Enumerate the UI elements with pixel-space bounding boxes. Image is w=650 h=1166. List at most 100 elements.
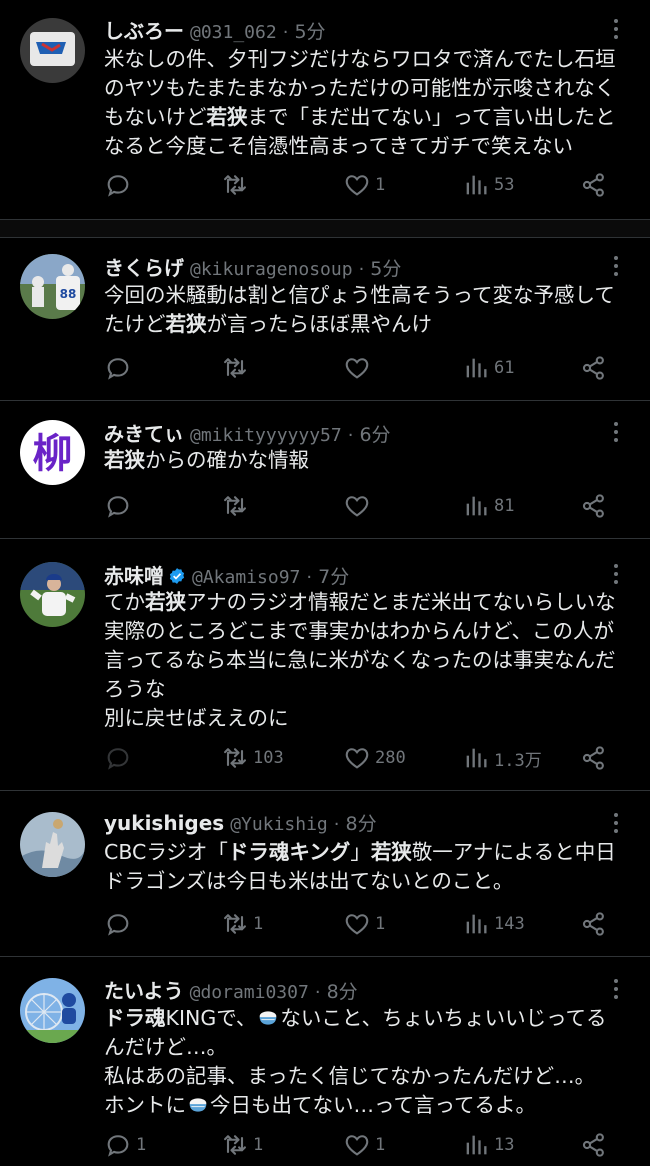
tweet-text-line: ろうな: [104, 677, 166, 701]
more-icon[interactable]: [604, 811, 628, 835]
reply-button[interactable]: [104, 909, 136, 939]
share-button[interactable]: [580, 353, 608, 383]
tweet-text-line: 実際のところどこまで事実かはわからんけど、この人が: [104, 619, 615, 643]
share-button[interactable]: [580, 1130, 608, 1160]
retweet-icon: [221, 492, 249, 520]
share-button[interactable]: [580, 909, 608, 939]
timestamp[interactable]: 5分: [370, 254, 401, 281]
tweet-header: みきてぃ @mikityyyyyy57 · 6分: [104, 418, 391, 447]
avatar[interactable]: 88: [20, 254, 85, 319]
like-button[interactable]: 1: [343, 170, 385, 200]
separator-dot: ·: [314, 982, 321, 1003]
author-handle[interactable]: @dorami0307: [190, 982, 309, 1003]
thread-gap: [0, 220, 650, 238]
avatar[interactable]: [20, 812, 85, 877]
views-button[interactable]: 13: [462, 1130, 514, 1160]
tweet-header: 赤味噌 @Akamiso97 · 7分: [104, 560, 349, 589]
author-handle[interactable]: @Yukishig: [230, 814, 328, 835]
author-handle[interactable]: @Akamiso97: [192, 567, 300, 588]
more-icon[interactable]: [604, 254, 628, 278]
share-button[interactable]: [580, 491, 608, 521]
author-name[interactable]: たいよう: [104, 975, 184, 1004]
views-count: 143: [494, 914, 525, 934]
reply-button[interactable]: 1: [104, 1130, 146, 1160]
views-button[interactable]: 53: [462, 170, 514, 200]
author-handle[interactable]: @mikityyyyyy57: [190, 425, 342, 446]
more-icon[interactable]: [604, 562, 628, 586]
separator-dot: ·: [347, 425, 354, 446]
reply-icon: [104, 744, 132, 772]
share-button[interactable]: [580, 743, 608, 773]
views-count: 1.3万: [494, 750, 542, 771]
retweet-button[interactable]: [221, 491, 253, 521]
retweet-button[interactable]: [221, 170, 253, 200]
tweet-text-line: もないけど若狭まで「まだ出てない」って言い出したと: [104, 105, 616, 129]
like-button[interactable]: 280: [343, 743, 406, 773]
timestamp[interactable]: 8分: [346, 809, 377, 836]
timestamp[interactable]: 6分: [359, 420, 390, 447]
retweet-button[interactable]: 103: [221, 743, 284, 773]
author-name[interactable]: yukishiges: [104, 811, 224, 835]
timestamp[interactable]: 7分: [318, 562, 349, 589]
views-button[interactable]: 61: [462, 353, 514, 383]
retweet-icon: [221, 171, 249, 199]
like-icon: [343, 1131, 371, 1159]
avatar[interactable]: [20, 978, 85, 1043]
like-button[interactable]: 1: [343, 1130, 385, 1160]
reply-button[interactable]: [104, 353, 136, 383]
reply-icon: [104, 910, 132, 938]
reply-button[interactable]: [104, 170, 136, 200]
tweet-text-line: 別に戻せばええのに: [104, 706, 289, 730]
svg-text:柳: 柳: [33, 430, 73, 477]
tweet-text: 米なしの件、夕刊フジだけならワロタで済んでたし石垣 のヤツもたまたまなかっただけの…: [104, 45, 634, 161]
tweet-actions: 1 1 1 13: [0, 1130, 650, 1160]
timestamp[interactable]: 5分: [294, 17, 325, 44]
author-name[interactable]: きくらげ: [104, 252, 184, 281]
more-icon[interactable]: [604, 17, 628, 41]
share-button[interactable]: [580, 170, 608, 200]
tweet-text-line: なると今度こそ信憑性高まってきてガチで笑えない: [104, 134, 574, 158]
views-button[interactable]: 81: [462, 491, 514, 521]
separator-dot: ·: [282, 22, 289, 43]
author-name[interactable]: みきてぃ: [104, 418, 184, 447]
views-icon: [462, 492, 490, 520]
separator-dot: ·: [333, 814, 340, 835]
views-icon: [462, 744, 490, 772]
author-handle[interactable]: @031_062: [190, 22, 277, 43]
tweet-actions: 103 280 1.3万: [0, 743, 650, 773]
like-button[interactable]: 1: [343, 909, 385, 939]
reply-icon: [104, 354, 132, 382]
avatar[interactable]: [20, 18, 85, 83]
views-button[interactable]: 1.3万: [462, 743, 542, 773]
tweet-actions: 61: [0, 353, 650, 383]
tweet-text-line: んだけど…。: [104, 1035, 227, 1059]
views-button[interactable]: 143: [462, 909, 525, 939]
share-icon: [580, 171, 608, 199]
avatar[interactable]: 柳: [20, 420, 85, 485]
like-button[interactable]: [343, 353, 375, 383]
author-name[interactable]: しぶろー: [104, 15, 184, 44]
author-handle[interactable]: @kikuragenosoup: [190, 259, 353, 280]
tweet-header: きくらげ @kikuragenosoup · 5分: [104, 252, 401, 281]
retweet-icon: [221, 910, 249, 938]
reply-button[interactable]: [104, 743, 136, 773]
like-button[interactable]: [343, 491, 375, 521]
reply-count: 1: [136, 1135, 147, 1155]
share-icon: [580, 1131, 608, 1159]
reply-icon: [104, 171, 132, 199]
avatar[interactable]: [20, 562, 85, 627]
more-icon[interactable]: [604, 420, 628, 444]
share-icon: [580, 492, 608, 520]
views-icon: [462, 171, 490, 199]
like-count: 280: [375, 748, 406, 768]
retweet-button[interactable]: 1: [221, 1130, 263, 1160]
author-name[interactable]: 赤味噌: [104, 560, 164, 589]
more-icon[interactable]: [604, 977, 628, 1001]
retweet-button[interactable]: [221, 353, 253, 383]
reply-button[interactable]: [104, 491, 136, 521]
like-icon: [343, 492, 371, 520]
tweet-header: たいよう @dorami0307 · 8分: [104, 975, 358, 1004]
views-icon: [462, 354, 490, 382]
retweet-button[interactable]: 1: [221, 909, 263, 939]
timestamp[interactable]: 8分: [327, 977, 358, 1004]
